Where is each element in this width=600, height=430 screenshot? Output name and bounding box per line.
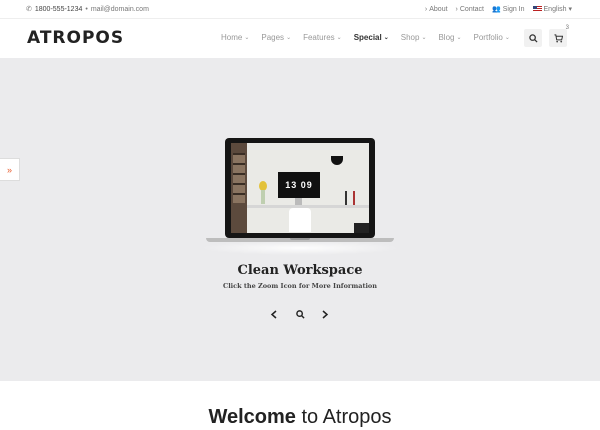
nav-blog[interactable]: Blog ⌄ bbox=[438, 33, 461, 42]
desktop-monitor: 13 09 bbox=[278, 172, 320, 198]
caret-down-icon: ▾ bbox=[568, 6, 572, 13]
chevron-down-icon: ⌄ bbox=[421, 35, 427, 41]
top-bar: ✆ 1800-555-1234 • mail@domain.com › About… bbox=[0, 0, 600, 19]
chevron-down-icon: ⌄ bbox=[336, 35, 342, 41]
workspace-photo: 13 09 bbox=[231, 143, 369, 233]
top-links: › About › Contact 👥 Sign In English ▾ bbox=[425, 5, 572, 14]
chevron-down-icon: ⌄ bbox=[286, 35, 292, 41]
welcome-bold: Welcome bbox=[208, 406, 296, 428]
search-icon bbox=[528, 33, 538, 43]
users-icon: 👥 bbox=[492, 6, 501, 13]
chevron-down-icon: ⌄ bbox=[244, 35, 250, 41]
nav-portfolio[interactable]: Portfolio ⌄ bbox=[474, 33, 510, 42]
logo[interactable]: ATROPOS bbox=[27, 28, 124, 48]
laptop-screen: 13 09 bbox=[225, 138, 375, 238]
nav-home[interactable]: Home ⌄ bbox=[221, 33, 249, 42]
prev-slide-button[interactable] bbox=[268, 308, 280, 320]
nav-special[interactable]: Special ⌄ bbox=[354, 33, 389, 42]
secondary-monitor bbox=[354, 223, 369, 233]
us-flag-icon bbox=[532, 6, 542, 12]
chevron-right-icon bbox=[322, 309, 329, 319]
about-label: About bbox=[429, 5, 448, 13]
cart-count-badge: 3 bbox=[565, 25, 569, 31]
welcome-heading: Welcome to Atropos bbox=[0, 406, 600, 429]
laptop-base bbox=[206, 238, 394, 242]
main-nav: Home ⌄ Pages ⌄ Features ⌄ Special ⌄ Shop ⌄ Bl… bbox=[221, 33, 522, 42]
chevron-right-icon: › bbox=[455, 5, 458, 13]
wall-lamp bbox=[331, 156, 343, 165]
bookshelf bbox=[231, 143, 247, 233]
double-chevron-right-icon: » bbox=[6, 164, 12, 175]
monitor-clock: 13 09 bbox=[285, 180, 313, 190]
language-selector[interactable]: English ▾ bbox=[532, 5, 572, 13]
nav-features-label: Features bbox=[303, 33, 335, 42]
header: ATROPOS Home ⌄ Pages ⌄ Features ⌄ Special ⌄ … bbox=[0, 19, 600, 58]
phone-number: 1800-555-1234 bbox=[34, 5, 83, 13]
welcome-rest: to Atropos bbox=[295, 406, 392, 428]
chevron-down-icon: ⌄ bbox=[456, 35, 462, 41]
nav-home-label: Home bbox=[221, 33, 243, 42]
monitor-stand bbox=[295, 198, 302, 205]
nav-shop-label: Shop bbox=[400, 33, 420, 42]
nav-blog-label: Blog bbox=[438, 33, 455, 42]
zoom-button[interactable] bbox=[294, 308, 306, 320]
sign-in-label: Sign In bbox=[502, 5, 525, 13]
search-button[interactable] bbox=[524, 29, 542, 47]
laptop-shadow bbox=[200, 241, 400, 255]
chair bbox=[289, 208, 311, 232]
language-label: English bbox=[543, 5, 567, 13]
phone-icon: ✆ bbox=[26, 6, 32, 13]
chevron-down-icon: ⌄ bbox=[504, 35, 510, 41]
cart-button[interactable]: 3 bbox=[549, 25, 569, 47]
zoom-icon bbox=[295, 309, 305, 319]
email-link[interactable]: mail@domain.com bbox=[91, 6, 149, 13]
chevron-right-icon: › bbox=[424, 5, 428, 13]
about-link[interactable]: › About bbox=[425, 6, 448, 13]
nav-pages-label: Pages bbox=[261, 33, 285, 42]
next-slide-button[interactable] bbox=[319, 308, 331, 320]
nav-shop[interactable]: Shop ⌄ bbox=[401, 33, 427, 42]
nav-portfolio-label: Portfolio bbox=[473, 33, 503, 42]
side-panel-toggle[interactable]: » bbox=[0, 158, 20, 181]
slide-subtitle: Click the Zoom Icon for More Information bbox=[223, 282, 377, 290]
bottles bbox=[345, 191, 355, 205]
vase bbox=[261, 190, 265, 204]
slide-title: Clean Workspace bbox=[237, 263, 363, 278]
chevron-down-icon: ⌄ bbox=[383, 35, 389, 41]
contact-label: Contact bbox=[459, 5, 484, 13]
chevron-left-icon bbox=[270, 309, 277, 319]
nav-pages[interactable]: Pages ⌄ bbox=[261, 33, 291, 42]
cart-icon bbox=[553, 33, 563, 42]
contact-link[interactable]: › Contact bbox=[456, 6, 484, 13]
sign-in-link[interactable]: 👥 Sign In bbox=[492, 5, 525, 14]
nav-features[interactable]: Features ⌄ bbox=[303, 33, 342, 42]
nav-special-label: Special bbox=[353, 33, 382, 42]
separator: • bbox=[85, 5, 88, 13]
contact-info: ✆ 1800-555-1234 • mail@domain.com bbox=[26, 5, 149, 14]
